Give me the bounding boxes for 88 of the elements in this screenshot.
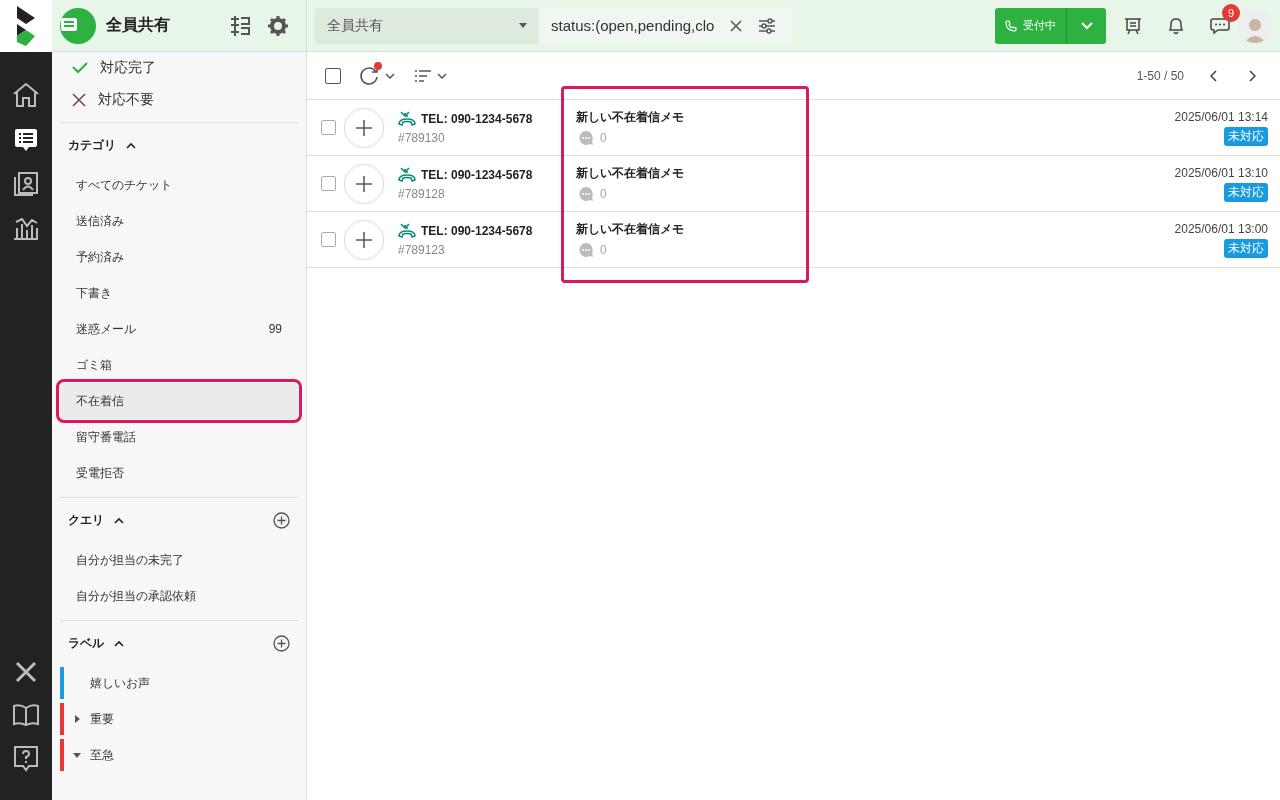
section-title: ラベル xyxy=(68,634,104,652)
sidebar-item[interactable]: 自分が担当の承認依頼 xyxy=(60,578,298,614)
status-filter-item[interactable]: 対応不要 xyxy=(60,84,298,116)
phone-icon xyxy=(1005,19,1017,32)
book-icon[interactable] xyxy=(13,704,39,726)
update-dot xyxy=(374,61,382,70)
filter-settings-icon[interactable] xyxy=(758,17,777,34)
notification-count: 9 xyxy=(1222,3,1240,22)
add-icon[interactable] xyxy=(273,511,290,529)
chevron-down-icon[interactable] xyxy=(437,72,447,79)
ticket-number: #789130 xyxy=(398,130,446,145)
collapse-caret-icon[interactable] xyxy=(73,752,81,758)
cross-icon xyxy=(72,93,86,107)
section-title: クエリ xyxy=(68,511,104,529)
settings-icon[interactable] xyxy=(268,15,288,36)
previous-page-icon[interactable] xyxy=(1210,69,1217,82)
row-checkbox[interactable] xyxy=(321,120,336,135)
label-item[interactable]: 嬉しいお声 xyxy=(90,674,150,692)
comment-icon xyxy=(578,130,594,146)
sidebar-item[interactable]: 下書き xyxy=(60,275,298,311)
collapse-chevron-icon[interactable] xyxy=(114,639,124,647)
comment-count: 0 xyxy=(600,243,607,257)
ticket-subject[interactable]: 新しい不在着信メモ xyxy=(576,221,684,238)
logo-icon[interactable] xyxy=(0,0,52,52)
status-tag: 未対応 xyxy=(1224,126,1268,146)
section-title: カテゴリ xyxy=(68,136,116,154)
sidebar-item[interactable]: 留守番電話 xyxy=(60,419,298,455)
ticket-subject[interactable]: 新しい不在着信メモ xyxy=(576,165,684,182)
ticket-datetime: 2025/06/01 13:10 xyxy=(1174,165,1268,180)
call-status-dropdown[interactable] xyxy=(1066,7,1106,44)
comment-count: 0 xyxy=(600,187,607,201)
status-tag: 未対応 xyxy=(1224,182,1268,202)
sidebar-item[interactable]: 迷惑メール 99 xyxy=(60,311,298,347)
chevron-down-icon[interactable] xyxy=(385,72,395,79)
inbox-icon xyxy=(60,7,96,44)
tree-view-icon[interactable] xyxy=(230,14,250,37)
row-checkbox[interactable] xyxy=(321,176,336,191)
status-tag: 未対応 xyxy=(1224,238,1268,258)
pagination-range: 1-50 / 50 xyxy=(1136,68,1184,83)
ticket-subject[interactable]: 新しい不在着信メモ xyxy=(576,109,684,126)
label-item[interactable]: 重要 xyxy=(90,710,114,728)
plus-icon xyxy=(355,230,373,249)
caller-number[interactable]: TEL: 090-1234-5678 xyxy=(421,223,533,238)
inbox-title: 全員共有 xyxy=(106,15,171,35)
contacts-icon[interactable] xyxy=(14,172,38,196)
bar-chart-icon[interactable] xyxy=(13,216,39,240)
comment-icon xyxy=(578,186,594,202)
sort-icon[interactable] xyxy=(415,69,431,82)
plus-icon xyxy=(355,174,373,193)
ticket-datetime: 2025/06/01 13:14 xyxy=(1174,109,1268,124)
refresh-icon[interactable] xyxy=(359,65,379,86)
plus-icon xyxy=(355,118,373,137)
check-icon xyxy=(72,62,88,74)
next-page-icon[interactable] xyxy=(1249,69,1256,82)
chevron-down-icon xyxy=(1080,21,1093,30)
sidebar-item[interactable]: 送信済み xyxy=(60,203,298,239)
sidebar-item[interactable]: ゴミ箱 xyxy=(60,347,298,383)
board-icon[interactable] xyxy=(1124,16,1142,35)
missed-call-icon xyxy=(398,166,416,183)
missed-call-icon xyxy=(398,110,416,127)
status-filter-item[interactable]: 対応完了 xyxy=(60,52,298,84)
comment-icon xyxy=(578,242,594,258)
view-dropdown[interactable]: 全員共有 xyxy=(315,7,539,44)
home-icon[interactable] xyxy=(12,82,40,108)
row-checkbox[interactable] xyxy=(321,232,336,247)
ticket-number: #789128 xyxy=(398,186,446,201)
sidebar-item[interactable]: 受電拒否 xyxy=(60,455,298,491)
ticket-datetime: 2025/06/01 13:00 xyxy=(1174,221,1268,236)
collapse-chevron-icon[interactable] xyxy=(114,516,124,524)
clear-icon[interactable] xyxy=(730,19,743,32)
add-icon[interactable] xyxy=(273,634,290,652)
select-all-checkbox[interactable] xyxy=(325,67,341,84)
sidebar-item[interactable]: 自分が担当の未完了 xyxy=(60,542,298,578)
caller-number[interactable]: TEL: 090-1234-5678 xyxy=(421,111,533,126)
comment-count: 0 xyxy=(600,131,607,145)
missed-call-icon xyxy=(398,222,416,239)
expand-caret-icon[interactable] xyxy=(74,715,80,723)
sidebar-item[interactable]: 予約済み xyxy=(60,239,298,275)
ticket-number: #789123 xyxy=(398,242,446,257)
sidebar-item[interactable]: すべてのチケット xyxy=(60,167,298,203)
label-item[interactable]: 至急 xyxy=(90,746,114,764)
chat-icon[interactable] xyxy=(1210,16,1230,35)
search-field[interactable]: status:(open,pending,clo xyxy=(539,7,793,44)
bell-icon[interactable] xyxy=(1168,16,1184,35)
ticket-list-icon[interactable] xyxy=(14,128,38,152)
collapse-chevron-icon[interactable] xyxy=(126,141,136,149)
help-icon[interactable] xyxy=(14,746,38,772)
caller-number[interactable]: TEL: 090-1234-5678 xyxy=(421,167,533,182)
